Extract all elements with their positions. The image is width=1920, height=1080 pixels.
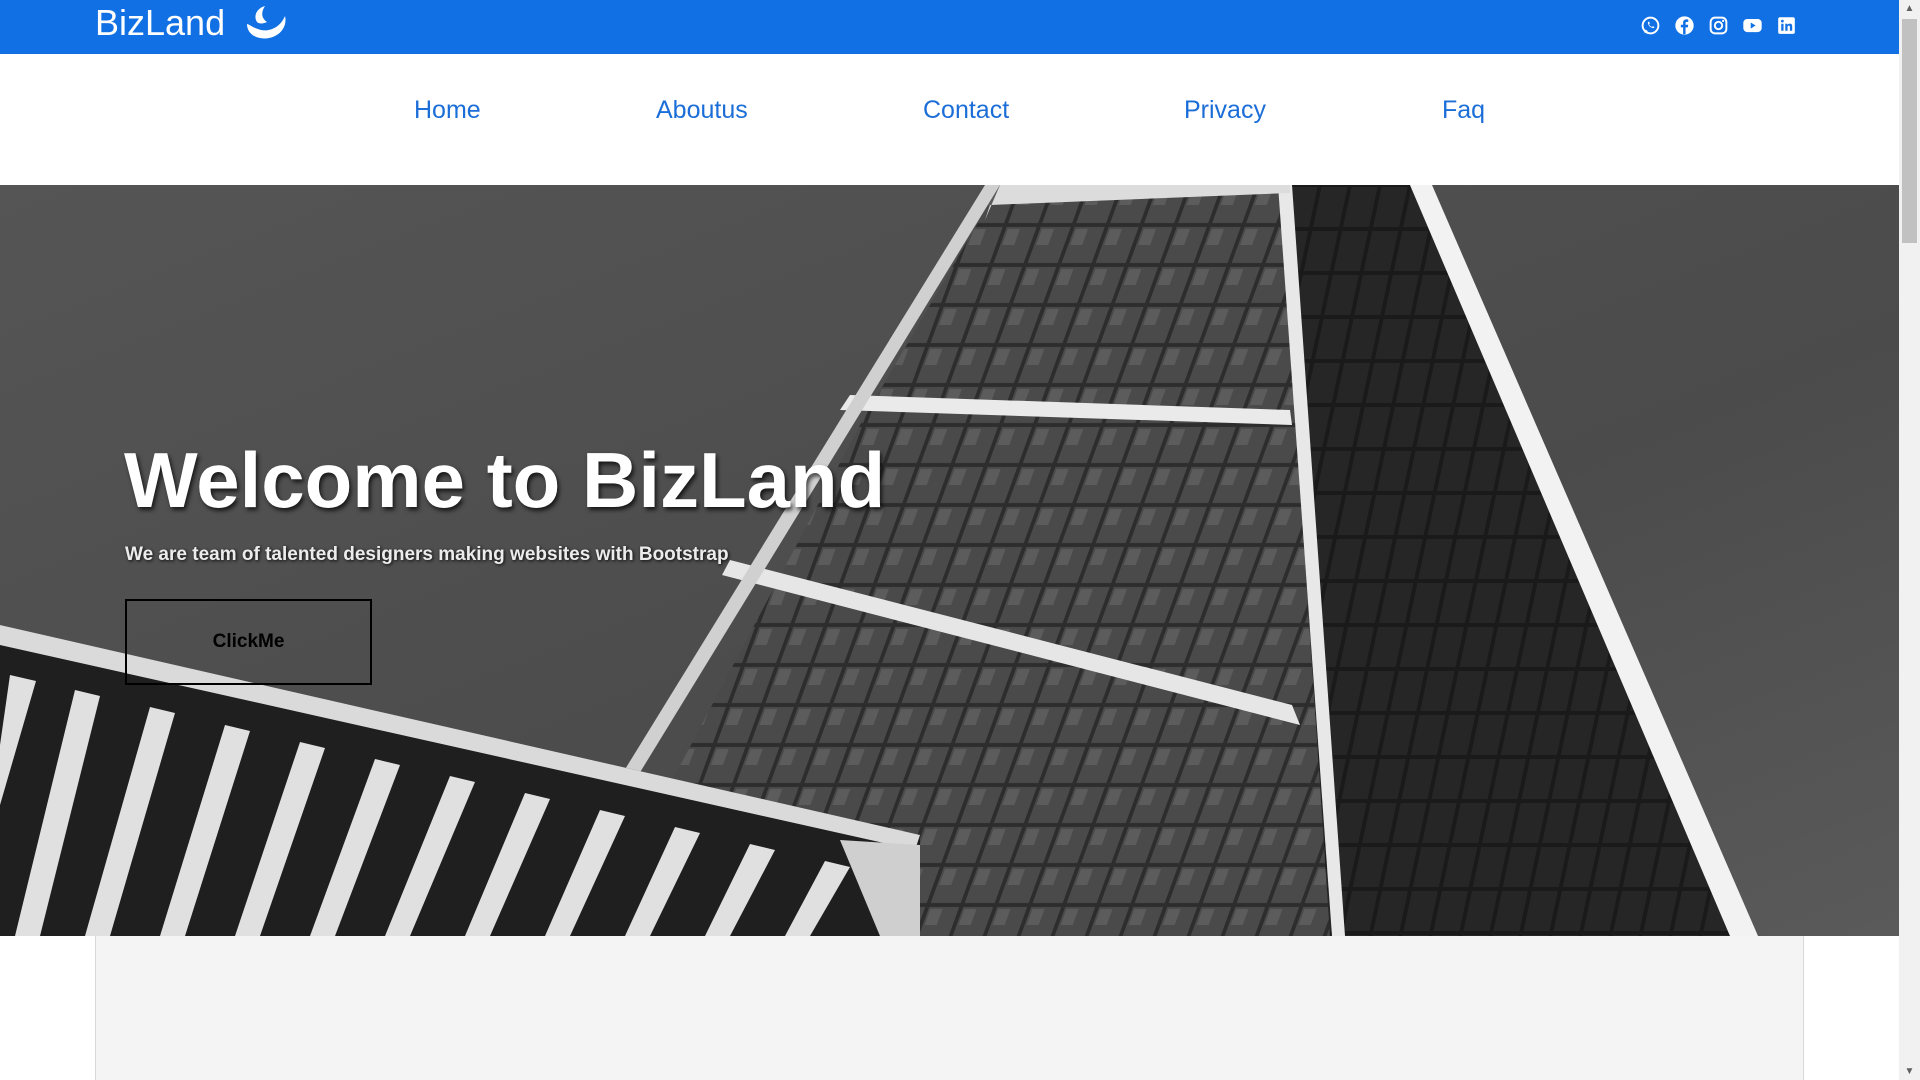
nav-home[interactable]: Home <box>414 96 481 125</box>
nav-faq[interactable]: Faq <box>1442 96 1485 125</box>
scrollbar-thumb[interactable] <box>1902 19 1917 243</box>
content-panel <box>95 936 1804 1080</box>
nav-contact[interactable]: Contact <box>923 96 1009 125</box>
linkedin-icon[interactable] <box>1776 15 1797 36</box>
social-links <box>1640 15 1797 36</box>
scroll-down-arrow-icon[interactable]: ▼ <box>1899 1063 1920 1080</box>
top-bar: BizLand <box>0 0 1899 54</box>
hero-subtitle: We are team of talented designers making… <box>125 544 729 565</box>
clickme-button[interactable]: ClickMe <box>125 599 372 685</box>
whatsapp-icon[interactable] <box>1640 15 1661 36</box>
hero-section: Welcome to BizLand We are team of talent… <box>0 185 1899 936</box>
instagram-icon[interactable] <box>1708 15 1729 36</box>
youtube-icon[interactable] <box>1742 15 1763 36</box>
hero-title: Welcome to BizLand <box>124 436 886 524</box>
brand-name[interactable]: BizLand <box>95 5 225 41</box>
brand[interactable]: BizLand <box>95 2 287 44</box>
page-scrollbar[interactable]: ▲ ▼ <box>1899 0 1920 1080</box>
nav-privacy[interactable]: Privacy <box>1184 96 1266 125</box>
facebook-icon[interactable] <box>1674 15 1695 36</box>
main-navigation: Home Aboutus Contact Privacy Faq <box>0 54 1899 185</box>
crescent-logo-icon <box>247 6 286 39</box>
nav-aboutus[interactable]: Aboutus <box>656 96 748 125</box>
scroll-up-arrow-icon[interactable]: ▲ <box>1899 0 1920 17</box>
